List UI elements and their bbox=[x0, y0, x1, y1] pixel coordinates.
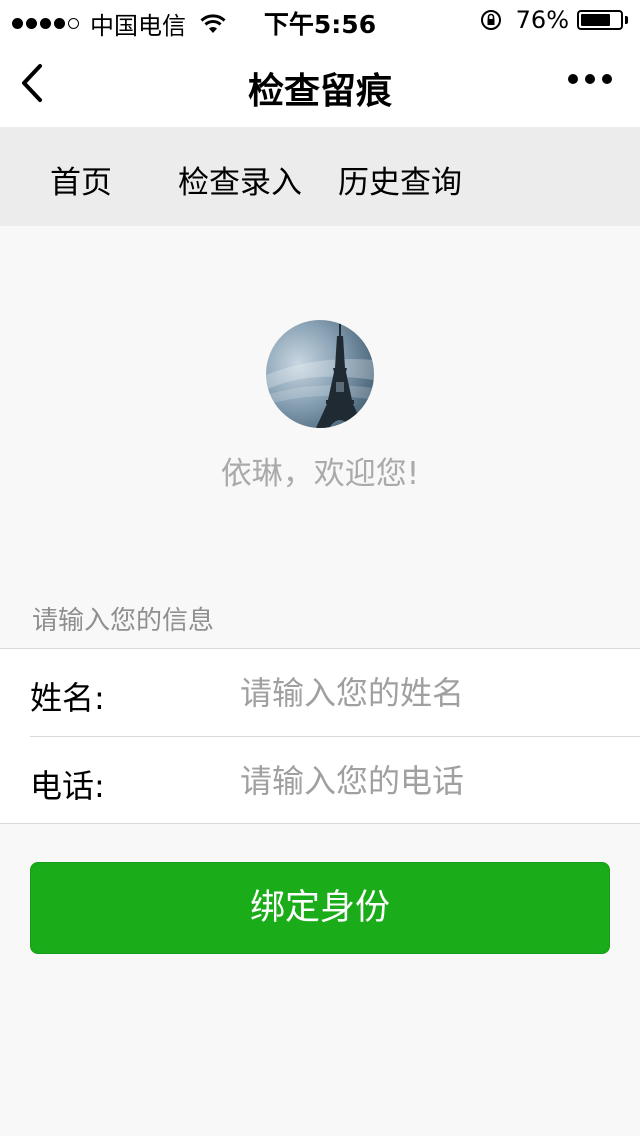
phone-input[interactable] bbox=[240, 753, 620, 809]
phone-label: 电话: bbox=[30, 767, 105, 805]
battery-tip bbox=[625, 16, 628, 24]
name-input[interactable] bbox=[240, 665, 620, 721]
name-row: 姓名: bbox=[30, 649, 640, 737]
rotation-lock-icon bbox=[480, 10, 501, 30]
battery-percent: 76% bbox=[515, 6, 569, 34]
welcome-message: 依琳，欢迎您! bbox=[220, 456, 420, 492]
status-bar: 中国电信 下午5:56 76% bbox=[0, 0, 640, 40]
name-label: 姓名: bbox=[30, 679, 105, 717]
tab-history-query[interactable]: 历史查询 bbox=[338, 157, 462, 202]
avatar bbox=[266, 320, 374, 428]
tab-inspection-entry[interactable]: 检查录入 bbox=[178, 157, 302, 202]
phone-row: 电话: bbox=[30, 737, 640, 825]
page-title: 检查留痕 bbox=[247, 71, 392, 112]
form-hint: 请输入您的信息 bbox=[32, 606, 215, 636]
status-right: 76% bbox=[480, 6, 628, 34]
navigation-bar: 检查留痕 bbox=[0, 40, 640, 127]
tab-home[interactable]: 首页 bbox=[50, 157, 112, 202]
more-dots-icon[interactable] bbox=[561, 74, 612, 84]
eiffel-tower-icon bbox=[266, 322, 374, 428]
info-form: 姓名: 电话: bbox=[0, 648, 640, 824]
battery-icon bbox=[577, 10, 623, 30]
battery-fill bbox=[581, 14, 610, 26]
tab-bar: 首页 检查录入 历史查询 bbox=[0, 127, 640, 226]
bind-identity-button[interactable]: 绑定身份 bbox=[30, 862, 610, 954]
